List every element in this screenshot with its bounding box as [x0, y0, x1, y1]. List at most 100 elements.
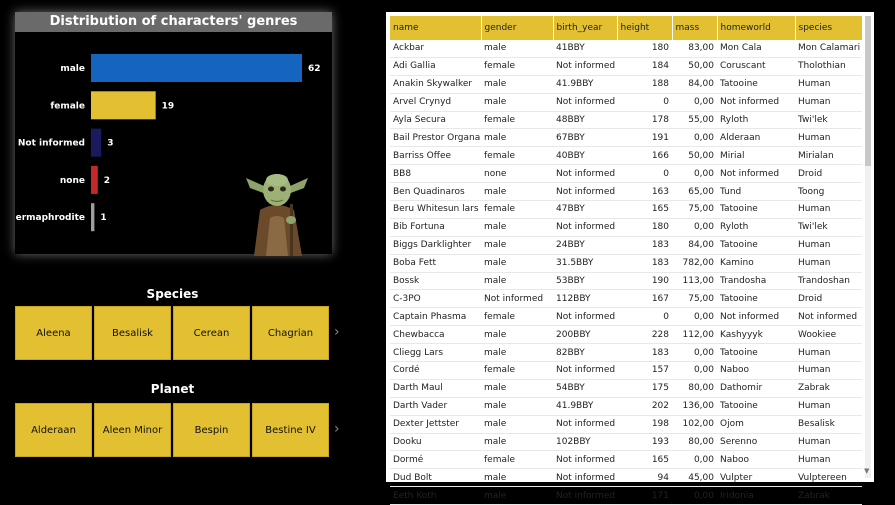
table-cell-mass: 50,00: [688, 61, 714, 72]
scrollbar-thumb[interactable]: [865, 16, 871, 166]
bar-not-informed[interactable]: [91, 128, 102, 157]
table-row[interactable]: Bail Prestor Organa male 67BBY 191 0,00 Alder…: [390, 129, 862, 147]
table-cell-name: Dooku: [393, 437, 422, 448]
species-option[interactable]: Cerean: [173, 306, 250, 360]
table-cell-mass: 84,00: [688, 79, 714, 90]
table-cell-name: Bail Prestor Organa: [393, 132, 481, 143]
table-cell-gender: male: [484, 419, 507, 430]
table-cell-birth-year: 41.9BBY: [556, 79, 594, 90]
table-cell-species: Droid: [798, 293, 823, 304]
table-cell-gender: female: [484, 454, 516, 465]
column-header-species[interactable]: species: [795, 16, 863, 40]
table-row[interactable]: Darth Maul male 54BBY 175 80,00 Dathomir Zabra…: [390, 379, 862, 398]
table-cell-height: 0: [663, 311, 669, 322]
table-cell-birth-year: Not informed: [556, 311, 616, 322]
table-cell-homeworld: Serenno: [720, 437, 758, 448]
table-row[interactable]: Arvel Crynyd male Not informed 0 0,00 Not inf…: [390, 93, 862, 112]
table-cell-homeworld: Tatooine: [720, 293, 758, 304]
table-row[interactable]: Anakin Skywalker male 41.9BBY 188 84,00 Tatoo…: [390, 75, 862, 94]
table-cell-birth-year: 24BBY: [556, 240, 585, 251]
column-header-name[interactable]: name: [390, 16, 482, 40]
table-cell-birth-year: 41BBY: [556, 43, 585, 54]
table-cell-height: 202: [651, 401, 669, 412]
table-cell-gender: male: [484, 437, 507, 448]
table-scrollbar[interactable]: [865, 16, 871, 478]
table-cell-birth-year: Not informed: [556, 419, 616, 430]
yoda-image: [246, 174, 308, 256]
bar-none[interactable]: [91, 165, 98, 194]
table-row[interactable]: Ben Quadinaros male Not informed 163 65,00 Tu…: [390, 183, 862, 201]
table-row[interactable]: Ackbar male 41BBY 180 83,00 Mon Cala Mon Calam…: [390, 40, 862, 58]
table-row[interactable]: Cliegg Lars male 82BBY 183 0,00 Tatooine Human: [390, 344, 862, 362]
table-cell-height: 180: [651, 222, 669, 233]
table-row[interactable]: Adi Gallia female Not informed 184 50,00 Coru…: [390, 57, 862, 76]
table-row[interactable]: Ayla Secura female 48BBY 178 55,00 Ryloth Twi'…: [390, 111, 862, 129]
table-cell-homeworld: Ojom: [720, 419, 744, 430]
table-cell-species: Human: [798, 240, 831, 251]
table-row[interactable]: Biggs Darklighter male 24BBY 183 84,00 Tatooi…: [390, 236, 862, 255]
bar-male[interactable]: [91, 54, 302, 82]
table-row[interactable]: Dexter Jettster male Not informed 198 102,00…: [390, 415, 862, 434]
table-cell-height: 163: [651, 186, 669, 197]
table-cell-height: 165: [651, 204, 669, 215]
bar-female[interactable]: [91, 91, 156, 120]
column-header-mass[interactable]: mass: [672, 16, 718, 40]
table-cell-homeworld: Ryloth: [720, 115, 749, 125]
table-cell-height: 228: [651, 329, 669, 340]
table-row[interactable]: Beru Whitesun lars female 47BBY 165 75,00 Tat…: [390, 201, 862, 219]
table-row[interactable]: Dormé female Not informed 165 0,00 Naboo Human: [390, 451, 862, 469]
table-row[interactable]: Darth Vader male 41.9BBY 202 136,00 Tatooine H…: [390, 397, 862, 416]
planet-option[interactable]: Aleen Minor: [94, 403, 171, 457]
planet-option[interactable]: Bespin: [173, 403, 250, 457]
table-cell-birth-year: 82BBY: [556, 347, 585, 358]
table-cell-homeworld: Tund: [720, 186, 742, 197]
table-cell-height: 0: [663, 97, 669, 108]
table-cell-name: Ackbar: [393, 43, 425, 54]
planet-option[interactable]: Bestine IV: [252, 403, 329, 457]
table-cell-gender: none: [484, 168, 507, 179]
table-cell-name: Dexter Jettster: [393, 419, 459, 430]
column-header-gender[interactable]: gender: [481, 16, 554, 40]
table-cell-mass: 0,00: [693, 490, 714, 501]
table-row[interactable]: C-3PO Not informed 112BBY 167 75,00 Tatooine D…: [390, 290, 862, 308]
table-cell-name: Boba Fett: [393, 258, 437, 269]
table-cell-name: Ayla Secura: [393, 115, 446, 125]
table-cell-name: Chewbacca: [393, 329, 445, 340]
species-option[interactable]: Besalisk: [94, 306, 171, 360]
table-row[interactable]: Chewbacca male 200BBY 228 112,00 Kashyyyk Wook…: [390, 326, 862, 344]
table-cell-gender: male: [484, 258, 507, 269]
table-cell-homeworld: Not informed: [720, 311, 780, 322]
planet-option[interactable]: Alderaan: [15, 403, 92, 457]
species-option[interactable]: Aleena: [15, 306, 92, 360]
table-row[interactable]: Cordé female Not informed 157 0,00 Naboo Human: [390, 362, 862, 380]
table-cell-species: Zabrak: [798, 490, 830, 501]
column-header-height[interactable]: height: [617, 16, 673, 40]
table-row[interactable]: Bossk male 53BBY 190 113,00 Trandosha Trandosh…: [390, 272, 862, 290]
table-cell-birth-year: 48BBY: [556, 115, 585, 125]
table-cell-mass: 0,00: [693, 97, 714, 108]
table-row[interactable]: Dooku male 102BBY 193 80,00 Serenno Human: [390, 433, 862, 451]
chevron-right-icon[interactable]: ›: [334, 324, 340, 340]
chevron-right-icon[interactable]: ›: [334, 421, 340, 437]
column-header-birth-year[interactable]: birth_year: [553, 16, 618, 40]
table-cell-species: Zabrak: [798, 383, 830, 394]
table-row[interactable]: Dud Bolt male Not informed 94 45,00 Vulpter Vu…: [390, 469, 862, 487]
species-option[interactable]: Chagrian: [252, 306, 329, 360]
table-row[interactable]: Bib Fortuna male Not informed 180 0,00 Ryloth…: [390, 218, 862, 237]
table-row[interactable]: Eeth Koth male Not informed 171 0,00 Iridonia…: [390, 487, 862, 505]
table-cell-species: Human: [798, 258, 831, 269]
table-cell-species: Wookiee: [798, 329, 837, 340]
table-cell-height: 183: [651, 347, 669, 358]
table-cell-gender: male: [484, 347, 507, 358]
table-cell-birth-year: 67BBY: [556, 132, 585, 143]
table-cell-name: Anakin Skywalker: [393, 79, 473, 90]
table-cell-mass: 112,00: [682, 329, 715, 340]
table-cell-birth-year: 41.9BBY: [556, 401, 594, 412]
table-row[interactable]: Barriss Offee female 40BBY 166 50,00 Mirial Mi…: [390, 147, 862, 165]
scroll-down-arrow-icon[interactable]: ▼: [864, 467, 869, 475]
bar-hermaphrodite[interactable]: [91, 203, 95, 232]
column-header-homeworld[interactable]: homeworld: [717, 16, 796, 40]
table-row[interactable]: Boba Fett male 31.5BBY 183 782,00 Kamino Human: [390, 254, 862, 273]
table-row[interactable]: Captain Phasma female Not informed 0 0,00 Not…: [390, 308, 862, 326]
table-row[interactable]: BB8 none Not informed 0 0,00 Not informed Droi…: [390, 165, 862, 183]
